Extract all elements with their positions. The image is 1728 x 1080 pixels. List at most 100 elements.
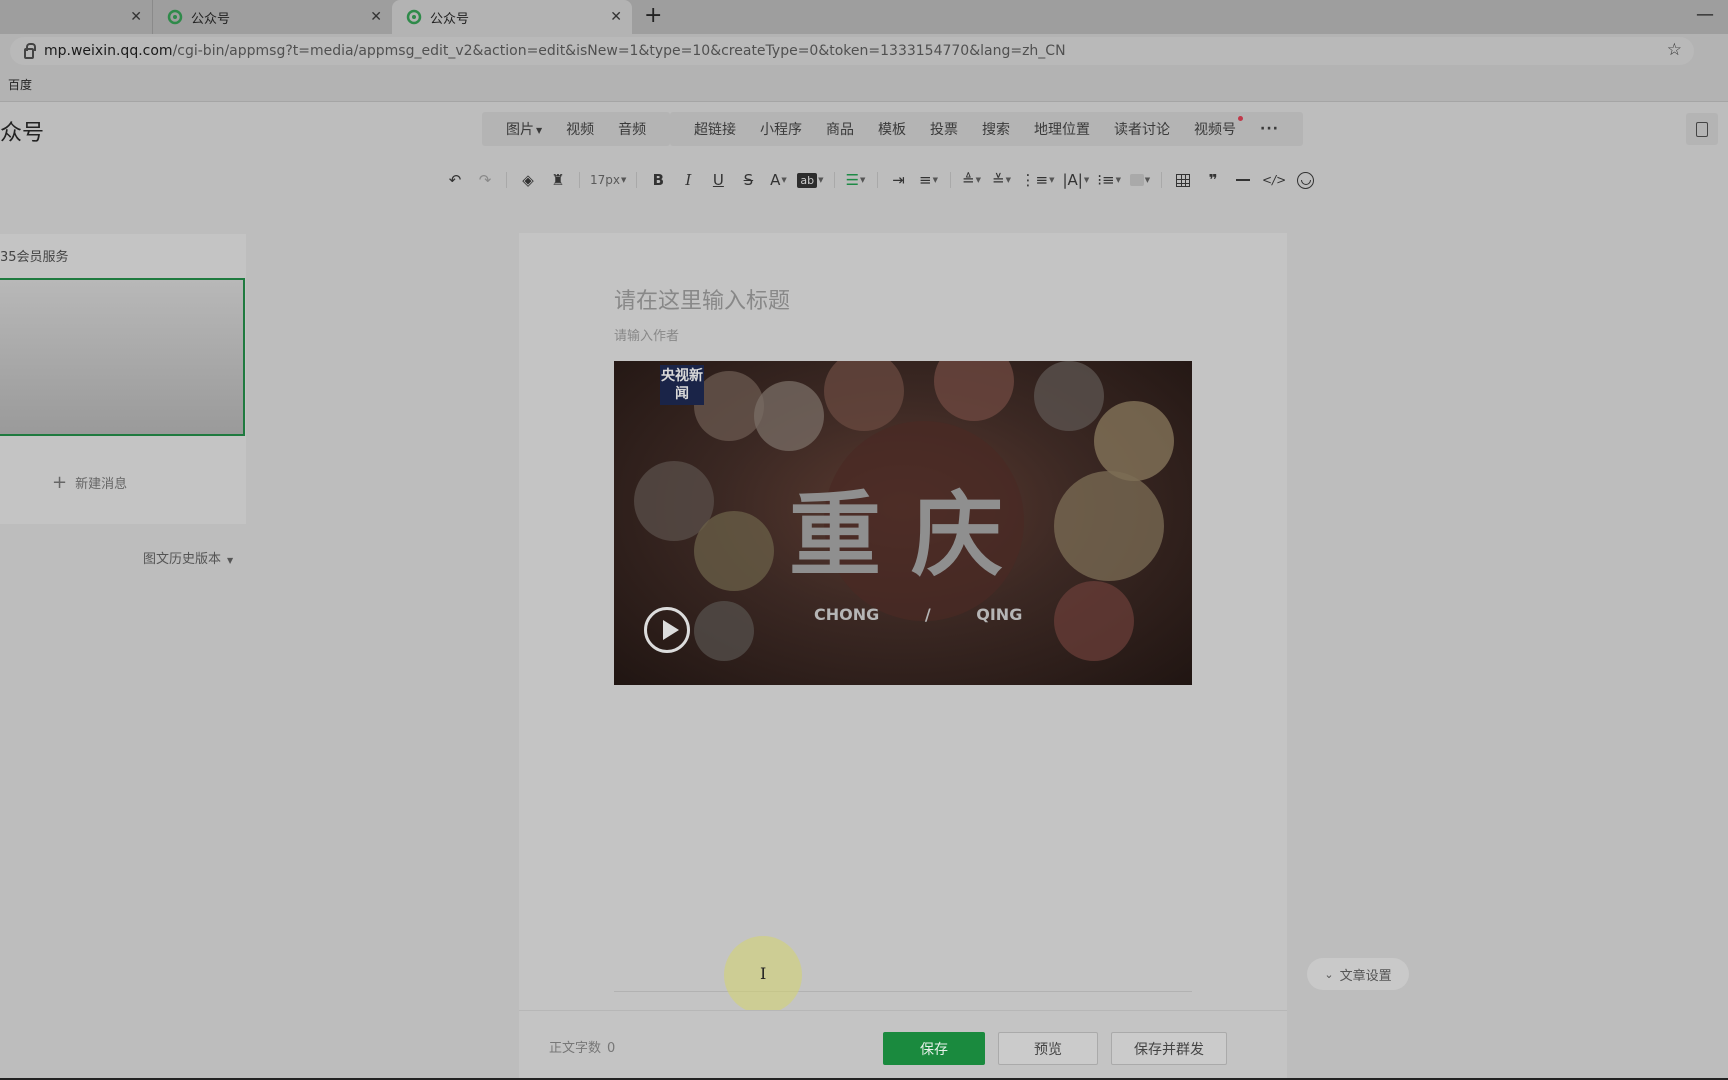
insert-link-button[interactable]: 超链接 <box>694 119 736 139</box>
code-icon[interactable]: </> <box>1262 169 1286 191</box>
toolbar-divider <box>876 172 878 188</box>
chevron-down-icon: ▼ <box>1049 176 1055 184</box>
chevron-down-icon: ▼ <box>1115 176 1121 184</box>
bullet-list-icon[interactable]: ⁝≡ ▼ <box>1097 169 1121 191</box>
bookmark-item[interactable]: 百度 <box>8 78 32 92</box>
more-options-button[interactable]: ··· <box>1260 121 1279 137</box>
chevron-down-icon: ▼ <box>975 176 981 184</box>
first-line-indent-icon[interactable]: ≡ ▼ <box>918 169 940 191</box>
chevron-down-icon: ▼ <box>1005 176 1011 184</box>
fill-icon[interactable]: ▼ <box>1129 169 1151 191</box>
document-icon[interactable] <box>1686 113 1718 145</box>
strikethrough-button[interactable]: S <box>737 169 759 191</box>
font-size-select[interactable]: 17px ▼ <box>590 169 626 191</box>
chevron-down-icon: ▼ <box>818 176 824 184</box>
insert-channels-button[interactable]: 视频号 <box>1194 116 1243 139</box>
article-thumbnail[interactable] <box>0 278 245 436</box>
close-icon[interactable]: ✕ <box>610 9 622 25</box>
history-versions-button[interactable]: 图文历史版本 ▼ <box>143 548 233 567</box>
horizontal-rule-icon[interactable] <box>1232 169 1254 191</box>
insert-miniprogram-button[interactable]: 小程序 <box>760 119 802 139</box>
video-food-plate <box>934 361 1014 421</box>
word-count-value: 0 <box>607 1041 616 1056</box>
browser-tab[interactable]: ✕ <box>0 0 152 34</box>
media-insert-group: 图片 ▼ 视频 音频 <box>482 112 671 146</box>
video-subtitle-text: CHONG / QING <box>814 605 1023 624</box>
insert-discussion-button[interactable]: 读者讨论 <box>1114 119 1170 139</box>
spacing-after-icon[interactable]: ≚ ▼ <box>991 169 1013 191</box>
save-and-publish-button[interactable]: 保存并群发 <box>1111 1032 1227 1065</box>
insert-audio-button[interactable]: 音频 <box>618 119 646 139</box>
background-color-button[interactable]: ab ▼ <box>797 169 824 191</box>
letter-spacing-icon[interactable]: |A| ▼ <box>1062 169 1089 191</box>
italic-button[interactable]: I <box>677 169 699 191</box>
video-food-plate <box>694 371 764 441</box>
align-justify-icon[interactable]: ☰ ▼ <box>845 169 867 191</box>
video-embed[interactable]: 央视新闻 重庆 CHONG / QING <box>614 361 1192 685</box>
bold-button[interactable]: B <box>647 169 669 191</box>
content-insert-group: 超链接 小程序 商品 模板 投票 搜索 地理位置 读者讨论 视频号 ··· <box>670 112 1303 146</box>
video-title-text: 重庆 <box>789 481 1034 589</box>
text-cursor-icon: I <box>760 964 767 983</box>
insert-search-button[interactable]: 搜索 <box>982 119 1010 139</box>
underline-button[interactable]: U <box>707 169 729 191</box>
notification-dot <box>1238 116 1243 121</box>
browser-tab[interactable]: 公众号 ✕ <box>152 0 392 34</box>
editor-footer: 正文字数 0 保存 预览 保存并群发 <box>519 1010 1287 1080</box>
font-color-button[interactable]: A ▼ <box>767 169 789 191</box>
fill-swatch <box>1129 174 1144 186</box>
lock-icon[interactable] <box>24 42 36 59</box>
line-height-icon[interactable]: ⋮≡ ▼ <box>1021 169 1055 191</box>
indent-icon[interactable]: ⇥ <box>888 169 910 191</box>
font-color-label: A <box>770 171 781 189</box>
insert-vote-button[interactable]: 投票 <box>930 119 958 139</box>
toolbar-divider <box>833 172 835 188</box>
insert-product-button[interactable]: 商品 <box>826 119 854 139</box>
video-food-plate <box>694 511 774 591</box>
save-button[interactable]: 保存 <box>883 1032 985 1065</box>
toolbar-divider <box>1160 172 1162 188</box>
chevron-down-icon: ▼ <box>860 176 866 184</box>
background-color-label: ab <box>797 172 818 188</box>
author-input[interactable]: 请输入作者 <box>614 325 679 344</box>
redo-icon[interactable]: ↷ <box>474 169 496 191</box>
bookmark-star-icon[interactable]: ☆ <box>1667 40 1682 60</box>
wechat-mp-favicon-icon <box>167 9 183 25</box>
plus-icon: + <box>52 472 68 493</box>
app-header: 众号 图片 ▼ 视频 音频 超链接 小程序 商品 模板 投票 搜索 地理位置 读者… <box>0 103 1728 155</box>
close-icon[interactable]: ✕ <box>130 9 142 25</box>
tab-title: 公众号 <box>191 11 231 27</box>
insert-template-button[interactable]: 模板 <box>878 119 906 139</box>
table-icon[interactable] <box>1172 169 1194 191</box>
format-painter-icon[interactable]: ♜ <box>547 169 569 191</box>
url-input[interactable]: mp.weixin.qq.com/cgi-bin/appmsg?t=media/… <box>10 37 1694 65</box>
video-food-plate <box>824 361 904 431</box>
insert-image-button[interactable]: 图片 ▼ <box>506 119 542 139</box>
video-food-plate <box>1054 581 1134 661</box>
close-icon[interactable]: ✕ <box>370 9 382 25</box>
emoji-button[interactable] <box>1294 169 1316 191</box>
new-message-label: 新建消息 <box>75 477 128 492</box>
new-tab-button[interactable]: + <box>644 3 662 28</box>
minimize-icon[interactable]: — <box>1696 4 1714 25</box>
eraser-icon[interactable]: ◈ <box>517 169 539 191</box>
table-glyph <box>1175 173 1190 187</box>
history-label: 图文历史版本 <box>143 552 222 567</box>
url-host: mp.weixin.qq.com <box>44 43 173 59</box>
video-food-plate <box>1094 401 1174 481</box>
undo-icon[interactable]: ↶ <box>444 169 466 191</box>
toolbar-divider <box>506 172 507 188</box>
article-settings-button[interactable]: ⌄ 文章设置 <box>1307 958 1409 990</box>
new-message-button[interactable]: + 新建消息 <box>52 472 127 493</box>
spacing-before-icon[interactable]: ≜ ▼ <box>961 169 983 191</box>
browser-tab-active[interactable]: 公众号 ✕ <box>392 0 632 34</box>
insert-video-button[interactable]: 视频 <box>566 119 594 139</box>
quote-icon[interactable]: ❞ <box>1202 169 1224 191</box>
title-input[interactable]: 请在这里输入标题 <box>614 283 790 315</box>
insert-location-button[interactable]: 地理位置 <box>1034 119 1090 139</box>
play-icon[interactable] <box>644 607 690 653</box>
preview-button[interactable]: 预览 <box>998 1032 1098 1065</box>
cctv-news-logo: 央视新闻 <box>660 365 704 405</box>
emoji-icon <box>1296 171 1314 189</box>
editor-divider <box>614 991 1192 992</box>
